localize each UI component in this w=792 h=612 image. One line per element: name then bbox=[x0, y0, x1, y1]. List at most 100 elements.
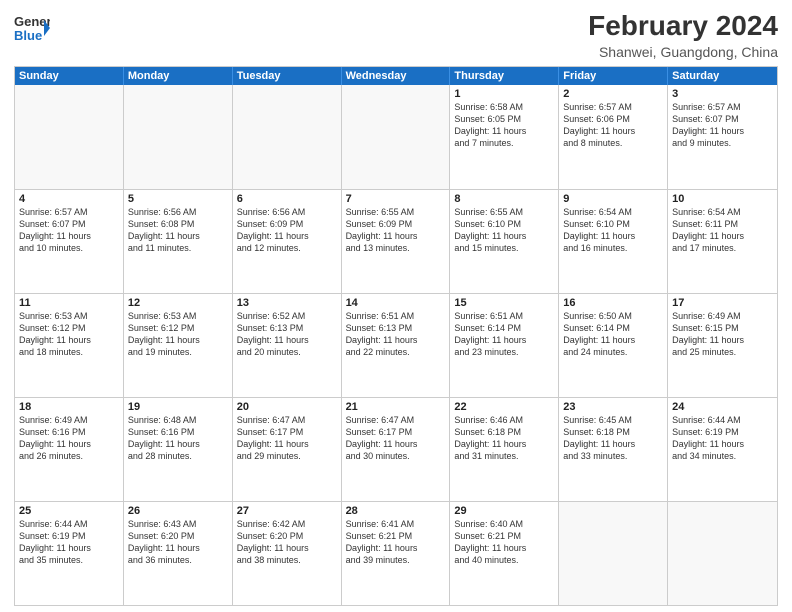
day-number: 16 bbox=[563, 297, 663, 309]
day-number: 12 bbox=[128, 297, 228, 309]
cell-info: Sunrise: 6:53 AMSunset: 6:12 PMDaylight:… bbox=[128, 310, 228, 359]
calendar-cell-2-1: 12Sunrise: 6:53 AMSunset: 6:12 PMDayligh… bbox=[124, 294, 233, 397]
calendar-body: 1Sunrise: 6:58 AMSunset: 6:05 PMDaylight… bbox=[15, 85, 777, 605]
day-number: 27 bbox=[237, 505, 337, 517]
calendar-cell-4-6 bbox=[668, 502, 777, 605]
svg-text:Blue: Blue bbox=[14, 28, 42, 43]
calendar-cell-1-6: 10Sunrise: 6:54 AMSunset: 6:11 PMDayligh… bbox=[668, 190, 777, 293]
cell-info: Sunrise: 6:49 AMSunset: 6:16 PMDaylight:… bbox=[19, 414, 119, 463]
calendar-cell-0-3 bbox=[342, 85, 451, 189]
day-number: 7 bbox=[346, 193, 446, 205]
day-number: 9 bbox=[563, 193, 663, 205]
header: General Blue February 2024 Shanwei, Guan… bbox=[14, 10, 778, 60]
calendar-cell-3-4: 22Sunrise: 6:46 AMSunset: 6:18 PMDayligh… bbox=[450, 398, 559, 501]
cell-info: Sunrise: 6:47 AMSunset: 6:17 PMDaylight:… bbox=[237, 414, 337, 463]
cell-info: Sunrise: 6:57 AMSunset: 6:07 PMDaylight:… bbox=[19, 206, 119, 255]
calendar-cell-3-0: 18Sunrise: 6:49 AMSunset: 6:16 PMDayligh… bbox=[15, 398, 124, 501]
cell-info: Sunrise: 6:53 AMSunset: 6:12 PMDaylight:… bbox=[19, 310, 119, 359]
day-number: 26 bbox=[128, 505, 228, 517]
day-number: 1 bbox=[454, 88, 554, 100]
header-thursday: Thursday bbox=[450, 67, 559, 85]
calendar-cell-2-0: 11Sunrise: 6:53 AMSunset: 6:12 PMDayligh… bbox=[15, 294, 124, 397]
header-tuesday: Tuesday bbox=[233, 67, 342, 85]
day-number: 5 bbox=[128, 193, 228, 205]
cell-info: Sunrise: 6:40 AMSunset: 6:21 PMDaylight:… bbox=[454, 518, 554, 567]
logo-icon: General Blue bbox=[14, 10, 50, 46]
page: General Blue February 2024 Shanwei, Guan… bbox=[0, 0, 792, 612]
location-title: Shanwei, Guangdong, China bbox=[588, 44, 778, 60]
calendar-row-5: 25Sunrise: 6:44 AMSunset: 6:19 PMDayligh… bbox=[15, 501, 777, 605]
cell-info: Sunrise: 6:51 AMSunset: 6:14 PMDaylight:… bbox=[454, 310, 554, 359]
calendar-cell-4-4: 29Sunrise: 6:40 AMSunset: 6:21 PMDayligh… bbox=[450, 502, 559, 605]
calendar-cell-0-4: 1Sunrise: 6:58 AMSunset: 6:05 PMDaylight… bbox=[450, 85, 559, 189]
day-number: 20 bbox=[237, 401, 337, 413]
calendar-row-1: 1Sunrise: 6:58 AMSunset: 6:05 PMDaylight… bbox=[15, 85, 777, 189]
calendar-cell-3-3: 21Sunrise: 6:47 AMSunset: 6:17 PMDayligh… bbox=[342, 398, 451, 501]
cell-info: Sunrise: 6:56 AMSunset: 6:09 PMDaylight:… bbox=[237, 206, 337, 255]
logo: General Blue bbox=[14, 10, 50, 51]
day-number: 8 bbox=[454, 193, 554, 205]
cell-info: Sunrise: 6:45 AMSunset: 6:18 PMDaylight:… bbox=[563, 414, 663, 463]
calendar-cell-3-2: 20Sunrise: 6:47 AMSunset: 6:17 PMDayligh… bbox=[233, 398, 342, 501]
day-number: 11 bbox=[19, 297, 119, 309]
cell-info: Sunrise: 6:50 AMSunset: 6:14 PMDaylight:… bbox=[563, 310, 663, 359]
calendar-cell-2-4: 15Sunrise: 6:51 AMSunset: 6:14 PMDayligh… bbox=[450, 294, 559, 397]
calendar-cell-4-5 bbox=[559, 502, 668, 605]
cell-info: Sunrise: 6:47 AMSunset: 6:17 PMDaylight:… bbox=[346, 414, 446, 463]
month-title: February 2024 bbox=[588, 10, 778, 42]
cell-info: Sunrise: 6:46 AMSunset: 6:18 PMDaylight:… bbox=[454, 414, 554, 463]
cell-info: Sunrise: 6:48 AMSunset: 6:16 PMDaylight:… bbox=[128, 414, 228, 463]
cell-info: Sunrise: 6:41 AMSunset: 6:21 PMDaylight:… bbox=[346, 518, 446, 567]
day-number: 18 bbox=[19, 401, 119, 413]
calendar-cell-0-2 bbox=[233, 85, 342, 189]
cell-info: Sunrise: 6:42 AMSunset: 6:20 PMDaylight:… bbox=[237, 518, 337, 567]
calendar-cell-1-5: 9Sunrise: 6:54 AMSunset: 6:10 PMDaylight… bbox=[559, 190, 668, 293]
day-number: 29 bbox=[454, 505, 554, 517]
header-friday: Friday bbox=[559, 67, 668, 85]
calendar-cell-0-5: 2Sunrise: 6:57 AMSunset: 6:06 PMDaylight… bbox=[559, 85, 668, 189]
day-number: 4 bbox=[19, 193, 119, 205]
day-number: 19 bbox=[128, 401, 228, 413]
cell-info: Sunrise: 6:43 AMSunset: 6:20 PMDaylight:… bbox=[128, 518, 228, 567]
title-block: February 2024 Shanwei, Guangdong, China bbox=[588, 10, 778, 60]
header-saturday: Saturday bbox=[668, 67, 777, 85]
calendar-cell-1-4: 8Sunrise: 6:55 AMSunset: 6:10 PMDaylight… bbox=[450, 190, 559, 293]
day-number: 3 bbox=[672, 88, 773, 100]
cell-info: Sunrise: 6:55 AMSunset: 6:09 PMDaylight:… bbox=[346, 206, 446, 255]
calendar-cell-2-2: 13Sunrise: 6:52 AMSunset: 6:13 PMDayligh… bbox=[233, 294, 342, 397]
calendar-cell-2-5: 16Sunrise: 6:50 AMSunset: 6:14 PMDayligh… bbox=[559, 294, 668, 397]
calendar-cell-1-2: 6Sunrise: 6:56 AMSunset: 6:09 PMDaylight… bbox=[233, 190, 342, 293]
header-sunday: Sunday bbox=[15, 67, 124, 85]
cell-info: Sunrise: 6:52 AMSunset: 6:13 PMDaylight:… bbox=[237, 310, 337, 359]
day-number: 2 bbox=[563, 88, 663, 100]
calendar-cell-4-0: 25Sunrise: 6:44 AMSunset: 6:19 PMDayligh… bbox=[15, 502, 124, 605]
cell-info: Sunrise: 6:49 AMSunset: 6:15 PMDaylight:… bbox=[672, 310, 773, 359]
calendar-cell-4-3: 28Sunrise: 6:41 AMSunset: 6:21 PMDayligh… bbox=[342, 502, 451, 605]
calendar-row-4: 18Sunrise: 6:49 AMSunset: 6:16 PMDayligh… bbox=[15, 397, 777, 501]
calendar-row-3: 11Sunrise: 6:53 AMSunset: 6:12 PMDayligh… bbox=[15, 293, 777, 397]
cell-info: Sunrise: 6:44 AMSunset: 6:19 PMDaylight:… bbox=[19, 518, 119, 567]
calendar-cell-1-3: 7Sunrise: 6:55 AMSunset: 6:09 PMDaylight… bbox=[342, 190, 451, 293]
calendar-cell-3-1: 19Sunrise: 6:48 AMSunset: 6:16 PMDayligh… bbox=[124, 398, 233, 501]
cell-info: Sunrise: 6:54 AMSunset: 6:11 PMDaylight:… bbox=[672, 206, 773, 255]
day-number: 24 bbox=[672, 401, 773, 413]
calendar-cell-3-5: 23Sunrise: 6:45 AMSunset: 6:18 PMDayligh… bbox=[559, 398, 668, 501]
calendar-cell-1-1: 5Sunrise: 6:56 AMSunset: 6:08 PMDaylight… bbox=[124, 190, 233, 293]
cell-info: Sunrise: 6:57 AMSunset: 6:07 PMDaylight:… bbox=[672, 101, 773, 150]
calendar-header: Sunday Monday Tuesday Wednesday Thursday… bbox=[15, 67, 777, 85]
calendar: Sunday Monday Tuesday Wednesday Thursday… bbox=[14, 66, 778, 606]
calendar-cell-4-2: 27Sunrise: 6:42 AMSunset: 6:20 PMDayligh… bbox=[233, 502, 342, 605]
cell-info: Sunrise: 6:57 AMSunset: 6:06 PMDaylight:… bbox=[563, 101, 663, 150]
calendar-cell-3-6: 24Sunrise: 6:44 AMSunset: 6:19 PMDayligh… bbox=[668, 398, 777, 501]
cell-info: Sunrise: 6:58 AMSunset: 6:05 PMDaylight:… bbox=[454, 101, 554, 150]
cell-info: Sunrise: 6:54 AMSunset: 6:10 PMDaylight:… bbox=[563, 206, 663, 255]
day-number: 22 bbox=[454, 401, 554, 413]
calendar-cell-0-1 bbox=[124, 85, 233, 189]
header-wednesday: Wednesday bbox=[342, 67, 451, 85]
day-number: 6 bbox=[237, 193, 337, 205]
calendar-cell-4-1: 26Sunrise: 6:43 AMSunset: 6:20 PMDayligh… bbox=[124, 502, 233, 605]
calendar-row-2: 4Sunrise: 6:57 AMSunset: 6:07 PMDaylight… bbox=[15, 189, 777, 293]
day-number: 10 bbox=[672, 193, 773, 205]
day-number: 15 bbox=[454, 297, 554, 309]
day-number: 23 bbox=[563, 401, 663, 413]
